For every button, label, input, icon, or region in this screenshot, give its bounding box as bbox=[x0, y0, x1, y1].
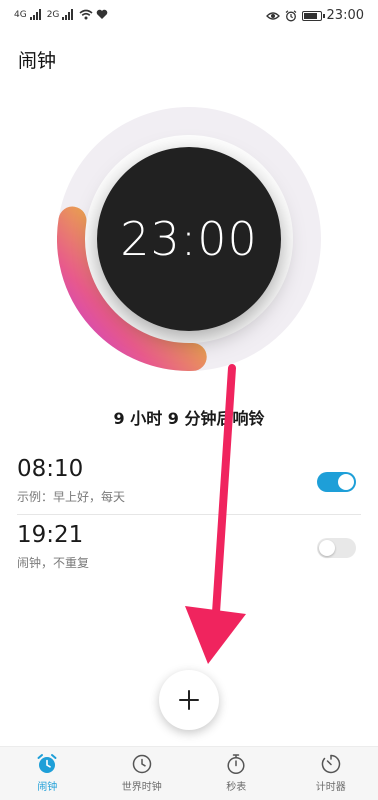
clock-dial: 23:00 bbox=[57, 107, 321, 371]
alarm-description: 闹钟，不重复 bbox=[17, 556, 90, 570]
tab-label: 秒表 bbox=[226, 782, 247, 793]
eye-icon bbox=[265, 11, 280, 20]
dial-time: 23:00 bbox=[120, 212, 258, 266]
tab-label: 计时器 bbox=[315, 782, 346, 793]
page-title: 闹钟 bbox=[18, 50, 57, 72]
signal-icon bbox=[29, 9, 41, 20]
plus-icon bbox=[179, 690, 199, 710]
add-alarm-button[interactable] bbox=[159, 670, 219, 730]
alarm-toggle[interactable] bbox=[317, 538, 356, 558]
next-alarm-message: 9 小时 9 分钟后响铃 bbox=[113, 409, 265, 428]
alarm-time: 19:21 bbox=[17, 522, 84, 548]
alarm-toggle[interactable] bbox=[317, 472, 356, 492]
status-left: 4G 2G bbox=[14, 9, 108, 20]
alarm-clock-icon bbox=[37, 754, 57, 773]
tab-label: 闹钟 bbox=[37, 782, 58, 793]
divider bbox=[17, 514, 361, 515]
bottom-tab-bar: 闹钟 世界时钟 秒表 计时器 bbox=[0, 746, 378, 800]
alarm-status-icon bbox=[285, 9, 296, 21]
wifi-icon bbox=[79, 9, 93, 20]
status-right: 23:00 bbox=[265, 8, 364, 23]
tab-label: 世界时钟 bbox=[121, 782, 162, 793]
tab-timer[interactable]: 计时器 bbox=[284, 747, 378, 800]
network-type-1: 4G bbox=[14, 9, 27, 20]
alarm-description: 示例：早上好，每天 bbox=[17, 490, 126, 504]
status-time: 23:00 bbox=[326, 8, 364, 23]
dial-face: 23:00 bbox=[97, 147, 281, 331]
network-type-2: 2G bbox=[46, 9, 60, 20]
toggle-knob bbox=[338, 474, 354, 490]
alarm-item[interactable]: 19:21 闹钟，不重复 bbox=[0, 516, 378, 580]
clock-icon bbox=[132, 754, 151, 774]
stopwatch-icon bbox=[227, 754, 245, 775]
toggle-knob bbox=[319, 540, 335, 556]
alarm-item[interactable]: 08:10 示例：早上好，每天 bbox=[0, 450, 378, 514]
signal-icon bbox=[62, 9, 74, 20]
timer-icon bbox=[321, 754, 340, 774]
tab-stopwatch[interactable]: 秒表 bbox=[189, 747, 284, 800]
status-bar: 4G 2G 23:00 bbox=[0, 0, 378, 34]
alarm-time: 08:10 bbox=[17, 456, 84, 482]
tab-world-clock[interactable]: 世界时钟 bbox=[95, 747, 190, 800]
battery-icon bbox=[301, 10, 325, 21]
heart-icon bbox=[97, 9, 108, 19]
tab-alarm[interactable]: 闹钟 bbox=[0, 747, 95, 800]
